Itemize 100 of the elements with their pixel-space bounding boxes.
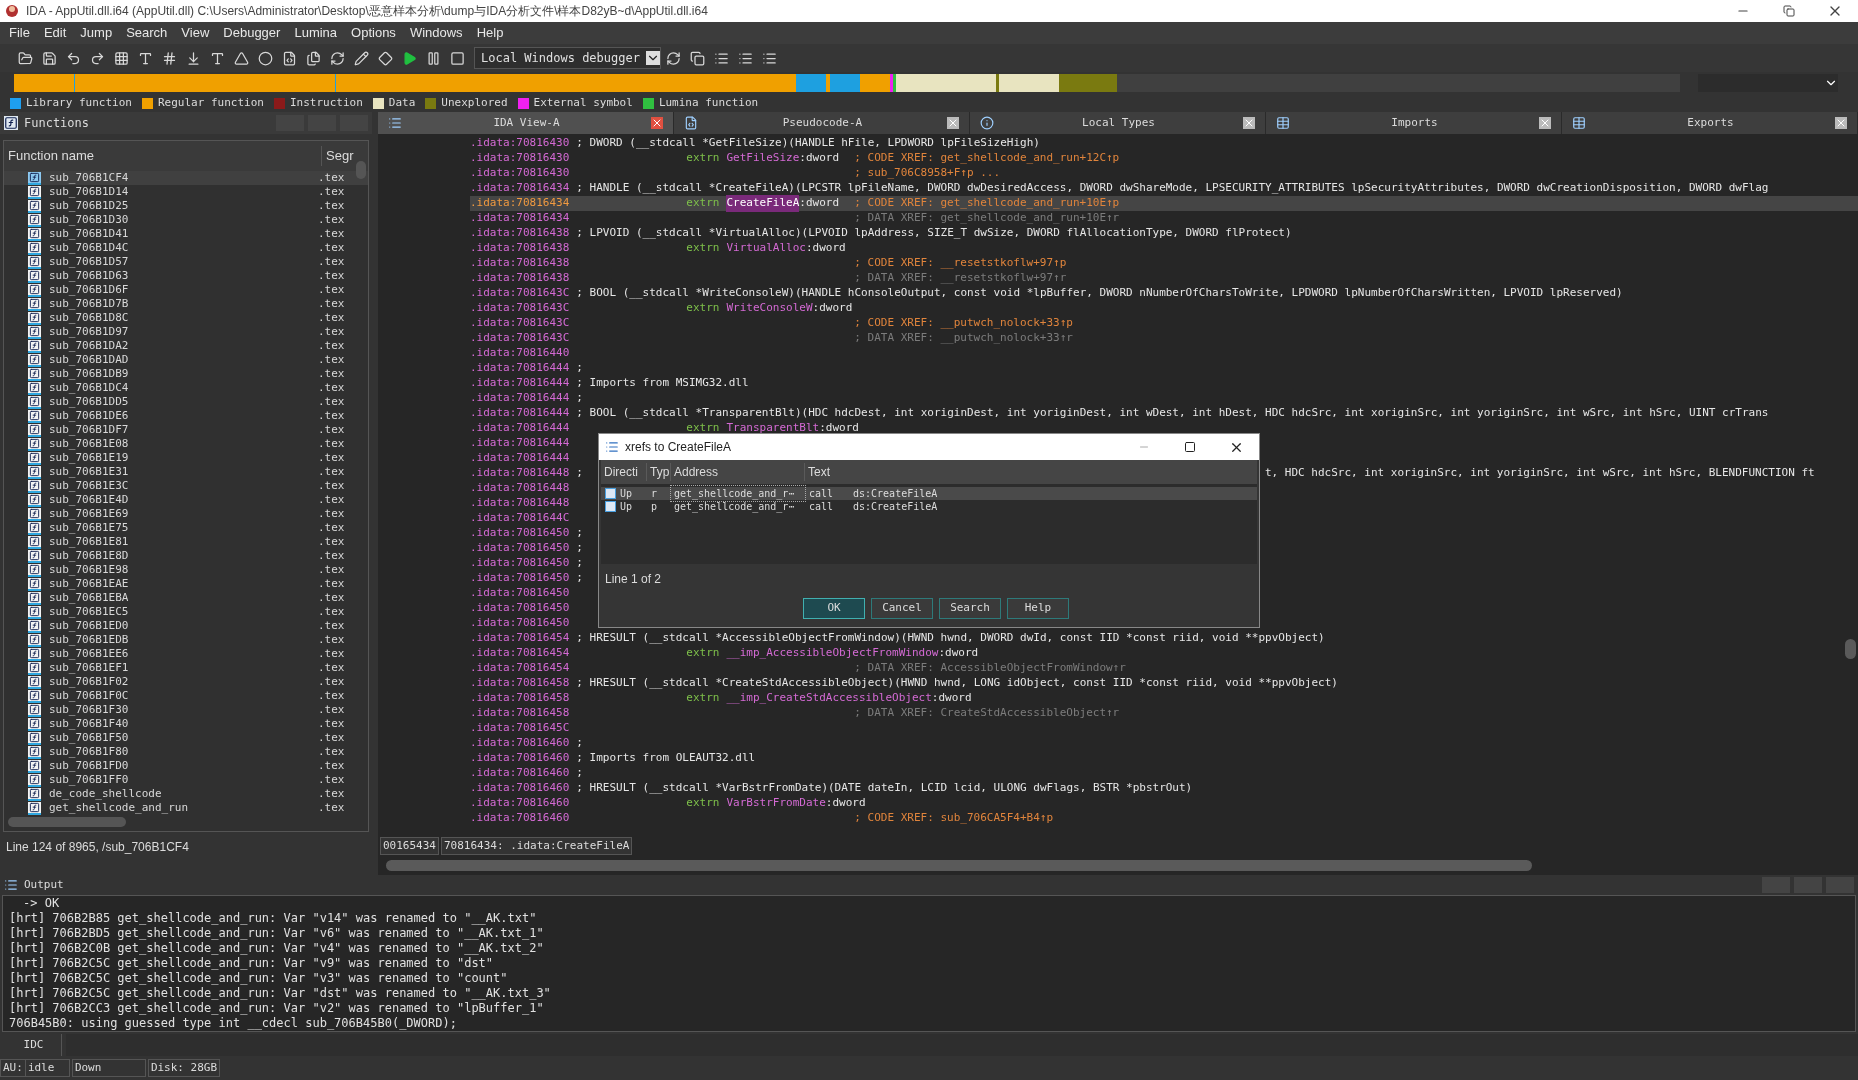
dialog-button[interactable]: Help	[1007, 598, 1069, 619]
function-row[interactable]: sub_706B1D57 .tex	[4, 255, 368, 269]
tab[interactable]: Exports	[1562, 112, 1858, 134]
symbol-name[interactable]: CreateFileA	[726, 195, 800, 212]
symbol-name[interactable]: GetFileSize	[726, 150, 800, 167]
function-row[interactable]: sub_706B1F02 .tex	[4, 675, 368, 689]
column-header[interactable]: Text	[805, 463, 1257, 481]
function-row[interactable]: sub_706B1DAD .tex	[4, 353, 368, 367]
listing-line[interactable]: .idata:70816454 ; HRESULT (__stdcall *AccessibleObjectFromWindow)(HWND hwnd, DWORD dwId, const IID *const riid, void **ppvObject)	[470, 631, 1858, 646]
function-row[interactable]: get_shellcode_and_run .tex	[4, 801, 368, 815]
function-row[interactable]: sub_706B1EF1 .tex	[4, 661, 368, 675]
debugger-select[interactable]: Local Windows debugger	[474, 47, 661, 69]
function-row[interactable]: sub_706B1E3C .tex	[4, 479, 368, 493]
function-row[interactable]: sub_706B1E31 .tex	[4, 465, 368, 479]
function-row[interactable]: sub_706B1E98 .tex	[4, 563, 368, 577]
dialog-button[interactable]: OK	[803, 598, 865, 619]
listing-line[interactable]: .idata:70816460 ; Imports from OLEAUT32.dll	[470, 751, 1858, 766]
tab[interactable]: IDA View-A	[378, 112, 674, 134]
function-row[interactable]: sub_706B1D4C .tex	[4, 241, 368, 255]
symbol-name[interactable]: WriteConsoleW	[726, 300, 813, 317]
function-row[interactable]: sub_706B1EAE .tex	[4, 577, 368, 591]
navigation-band-drawing[interactable]	[14, 74, 1680, 92]
listing-line[interactable]: .idata:70816434 ; DATA XREF: get_shellcode_and_run+10E↑r	[470, 211, 1858, 226]
function-row[interactable]: sub_706B1E8D .tex	[4, 549, 368, 563]
symbol-name[interactable]: __imp_AccessibleObjectFromWindow	[726, 645, 939, 662]
listing-line[interactable]: .idata:70816444 ;	[470, 391, 1858, 406]
function-row[interactable]: sub_706B1D25 .tex	[4, 199, 368, 213]
symbol-name[interactable]: VarBstrFromDate	[726, 795, 826, 812]
xref-row[interactable]: Up r get_shellcode_and_r⋯ call ds:CreateFileA	[601, 487, 1257, 500]
function-row[interactable]: sub_706B1EBA .tex	[4, 591, 368, 605]
dialog-button[interactable]: Cancel	[871, 598, 933, 619]
listing-line[interactable]: .idata:70816438 ; LPVOID (__stdcall *VirtualAlloc)(LPVOID lpAddress, SIZE_T dwSize, DWORD flAllocationType, DWORD flProtect)	[470, 226, 1858, 241]
listing-line[interactable]: .idata:70816444 ;	[470, 361, 1858, 376]
function-row[interactable]: sub_706B1F80 .tex	[4, 745, 368, 759]
function-row[interactable]: sub_706B1F50 .tex	[4, 731, 368, 745]
function-row[interactable]: sub_706B1D6F .tex	[4, 283, 368, 297]
listing-line[interactable]: .idata:7081645C	[470, 721, 1858, 736]
listing-line[interactable]: .idata:7081643C ; DATA XREF: __putwch_nolock+33↑r	[470, 331, 1858, 346]
listing-line[interactable]: .idata:7081643C ; BOOL (__stdcall *WriteConsoleW)(HANDLE hConsoleOutput, const void *lpBuffer, DWORD nNumberOfCharsToWrite, LPDWORD lpNumberOfCharsWritten, LPVOID lpReserved)	[470, 286, 1858, 301]
tab[interactable]: Local Types	[970, 112, 1266, 134]
listing-line[interactable]: .idata:70816438 extrn VirtualAlloc:dword	[470, 241, 1858, 256]
scrollbar-thumb[interactable]	[8, 817, 126, 827]
tab[interactable]: Pseudocode-A	[674, 112, 970, 134]
function-row[interactable]: sub_706B1DD5 .tex	[4, 395, 368, 409]
listing-line[interactable]: .idata:70816434 ; HANDLE (__stdcall *CreateFileA)(LPCSTR lpFileName, DWORD dwDesiredAccess, DWORD dwShareMode, LPSECURITY_ATTRIBUTES lpSecurityAttributes, DWORD dwCreationDisposition, DWORD dwFlag	[470, 181, 1858, 196]
function-row[interactable]: sub_706B1EDB .tex	[4, 633, 368, 647]
function-row[interactable]: sub_706B1FF0 .tex	[4, 773, 368, 787]
column-header[interactable]: Address	[671, 463, 805, 481]
listing-line[interactable]: .idata:70816444 ; BOOL (__stdcall *TransparentBlt)(HDC hdcDest, int xoriginDest, int yoriginDest, int wDest, int hDest, HDC hdcSrc, int xoriginSrc, int yoriginSrc, int wSrc, int hSrc, UINT crTrans	[470, 406, 1858, 421]
menu-item[interactable]: Lumina	[287, 23, 345, 43]
menu-item[interactable]: View	[174, 23, 217, 43]
function-row[interactable]: sub_706B1DF7 .tex	[4, 423, 368, 437]
listing-line[interactable]: .idata:70816458 ; DATA XREF: CreateStdAccessibleObject↑r	[470, 706, 1858, 721]
function-row[interactable]: sub_706B1DE6 .tex	[4, 409, 368, 423]
listing-line[interactable]: .idata:70816438 ; DATA XREF: __resetstkoflw+97↑r	[470, 271, 1858, 286]
function-row[interactable]: sub_706B1DB9 .tex	[4, 367, 368, 381]
language-button[interactable]: IDC	[6, 1034, 62, 1056]
listing-line[interactable]: .idata:70816444 extrn TransparentBlt:dword	[470, 421, 1858, 436]
column-header[interactable]: Typ	[647, 463, 671, 481]
function-row[interactable]: sub_706B1D14 .tex	[4, 185, 368, 199]
menu-item[interactable]: Help	[469, 23, 511, 43]
listing-line[interactable]: .idata:70816430 ; sub_706C8958+F↑p ...	[470, 166, 1858, 181]
function-row[interactable]: sub_706B1D7B .tex	[4, 297, 368, 311]
scrollbar-thumb[interactable]	[386, 859, 1532, 871]
function-row[interactable]: sub_706B1E19 .tex	[4, 451, 368, 465]
function-row[interactable]: sub_706B1D8C .tex	[4, 311, 368, 325]
menu-item[interactable]: Windows	[402, 23, 470, 43]
function-row[interactable]: sub_706B1E08 .tex	[4, 437, 368, 451]
function-row[interactable]: sub_706B1F0C .tex	[4, 689, 368, 703]
listing-line[interactable]: .idata:70816460 ; CODE XREF: sub_706CA5F4+B4↑p	[470, 811, 1858, 826]
function-row[interactable]: sub_706B1E4D .tex	[4, 493, 368, 507]
listing-line[interactable]: .idata:70816454 ; DATA XREF: AccessibleObjectFromWindow↑r	[470, 661, 1858, 676]
listing-line[interactable]: .idata:70816440	[470, 346, 1858, 361]
function-row[interactable]: sub_706B1EE6 .tex	[4, 647, 368, 661]
listing-line[interactable]: .idata:70816454 extrn __imp_AccessibleObjectFromWindow:dword	[470, 646, 1858, 661]
listing-line[interactable]: .idata:70816458 ; HRESULT (__stdcall *CreateStdAccessibleObject)(HWND hwnd, LONG idObject, const IID *const riid, void **ppvObject)	[470, 676, 1858, 691]
listing-line[interactable]: .idata:7081643C extrn WriteConsoleW:dword	[470, 301, 1858, 316]
function-row[interactable]: sub_706B1DC4 .tex	[4, 381, 368, 395]
listing-line[interactable]: .idata:70816460 ;	[470, 736, 1858, 751]
column-header[interactable]: Function name	[4, 146, 322, 166]
listing-line[interactable]: .idata:70816444 ; Imports from MSIMG32.dll	[470, 376, 1858, 391]
listing-line[interactable]: .idata:70816430 ; DWORD (__stdcall *GetFileSize)(HANDLE hFile, LPDWORD lpFileSizeHigh)	[470, 136, 1858, 151]
listing-line[interactable]: .idata:70816460 ;	[470, 766, 1858, 781]
dialog-button[interactable]: Search	[939, 598, 1001, 619]
function-row[interactable]: sub_706B1F30 .tex	[4, 703, 368, 717]
menu-item[interactable]: Search	[119, 23, 175, 43]
listing-line[interactable]: .idata:70816430 extrn GetFileSize:dword ; CODE XREF: get_shellcode_and_run+12C↑p	[470, 151, 1858, 166]
listing-line[interactable]: .idata:70816460 ; HRESULT (__stdcall *VarBstrFromDate)(DATE dateIn, LCID lcid, ULONG dwFlags, BSTR *pbstrOut)	[470, 781, 1858, 796]
listing-line[interactable]: .idata:70816438 ; CODE XREF: __resetstkoflw+97↑p	[470, 256, 1858, 271]
function-row[interactable]: sub_706B1EC5 .tex	[4, 605, 368, 619]
listing-line[interactable]: .idata:7081643C ; CODE XREF: __putwch_nolock+33↑p	[470, 316, 1858, 331]
symbol-name[interactable]: VirtualAlloc	[726, 240, 806, 257]
function-row[interactable]: sub_706B1E69 .tex	[4, 507, 368, 521]
xref-row[interactable]: Up p get_shellcode_and_r⋯ call ds:CreateFileA	[601, 500, 1257, 513]
function-row[interactable]: sub_706B1D97 .tex	[4, 325, 368, 339]
function-row[interactable]: sub_706B1D30 .tex	[4, 213, 368, 227]
scrollbar-thumb[interactable]	[1845, 639, 1856, 659]
menu-item[interactable]: Jump	[73, 23, 120, 43]
column-header[interactable]: Segr	[322, 146, 354, 166]
function-row[interactable]: sub_706B1D63 .tex	[4, 269, 368, 283]
